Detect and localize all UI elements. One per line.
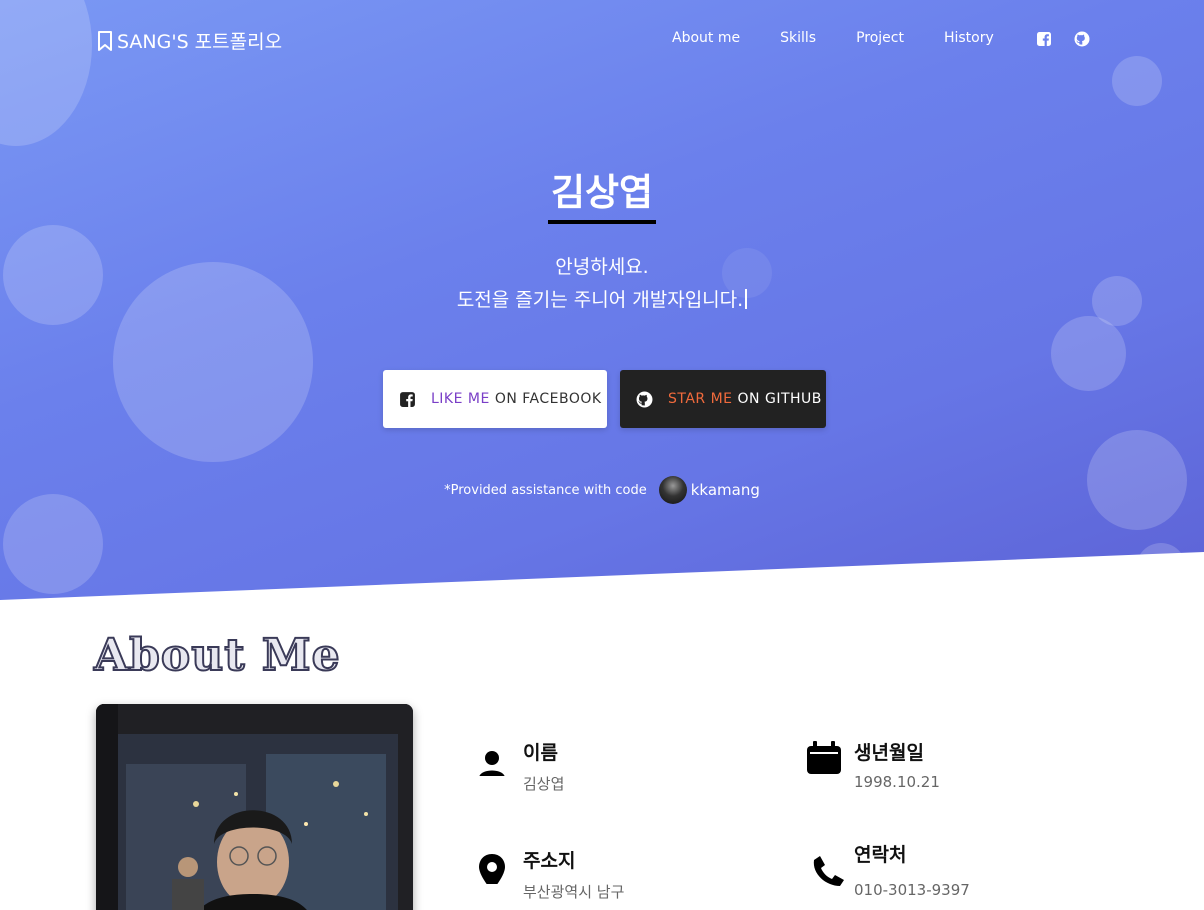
info-address: 주소지 부산광역시 남구 [475, 846, 624, 902]
brand-title: SANG'S 포트폴리오 [117, 31, 283, 53]
facebook-button-label: ON FACEBOOK [494, 391, 602, 407]
phone-icon [813, 856, 844, 886]
nav-link-project[interactable]: Project [856, 30, 904, 46]
contributor-link[interactable]: kkamang [691, 481, 760, 499]
bookmark-icon [98, 30, 112, 51]
info-contact-value: 010-3013-9397 [854, 881, 970, 899]
user-icon [479, 751, 505, 776]
info-address-label: 주소지 [523, 850, 576, 872]
info-birthdate-label: 생년월일 [854, 742, 924, 764]
greeting-text: 도전을 즐기는 주니어 개발자입니다. [456, 289, 744, 311]
hero-name: 김상엽 [547, 162, 657, 224]
greeting-line-1: 안녕하세요. [555, 256, 649, 278]
nav-link-history[interactable]: History [944, 30, 994, 46]
decor-bubble [1051, 316, 1126, 391]
nav-links: About me Skills Project History [672, 30, 994, 46]
github-button-label: ON GITHUB [737, 391, 822, 407]
top-navbar: SANG'S 포트폴리오 About me Skills Project His… [0, 0, 1204, 80]
about-section-title: About Me [93, 629, 341, 682]
info-name-label: 이름 [523, 742, 558, 764]
github-icon[interactable] [1074, 31, 1090, 47]
facebook-button-accent: LIKE ME [431, 391, 490, 407]
nav-social-icons [1036, 31, 1090, 47]
like-facebook-button[interactable]: LIKE ME ON FACEBOOK [383, 370, 607, 428]
contributor-avatar[interactable] [658, 476, 687, 504]
hero-slant-divider [0, 552, 1204, 600]
info-address-value: 부산광역시 남구 [523, 883, 625, 901]
calendar-icon [807, 741, 841, 774]
greeting-line-2: 도전을 즐기는 주니어 개발자입니다. [0, 285, 1204, 312]
nav-link-skills[interactable]: Skills [780, 30, 816, 46]
assist-credit: *Provided assistance with code kkamang [0, 476, 1204, 504]
github-button-accent: STAR ME [668, 391, 733, 407]
brand-logo[interactable]: SANG'S 포트폴리오 [97, 27, 282, 54]
facebook-icon [400, 391, 415, 407]
nav-link-about[interactable]: About me [672, 30, 740, 46]
profile-photo-image [96, 704, 413, 910]
decor-bubble [3, 494, 103, 594]
info-contact-label: 연락처 [854, 844, 907, 866]
info-contact: 연락처 010-3013-9397 [806, 840, 970, 899]
assist-text: *Provided assistance with code [444, 482, 647, 498]
github-icon [636, 391, 653, 407]
info-name: 이름 김상엽 [475, 738, 564, 794]
typing-cursor [745, 289, 748, 309]
info-birthdate-value: 1998.10.21 [854, 773, 940, 791]
info-name-value: 김상엽 [523, 775, 565, 793]
profile-photo [96, 704, 413, 910]
info-birthdate: 생년월일 1998.10.21 [806, 738, 940, 791]
facebook-icon[interactable] [1036, 31, 1052, 47]
star-github-button[interactable]: STAR ME ON GITHUB [620, 370, 826, 428]
hero-title-wrap: 김상엽 [0, 162, 1204, 224]
location-pin-icon [479, 854, 505, 884]
